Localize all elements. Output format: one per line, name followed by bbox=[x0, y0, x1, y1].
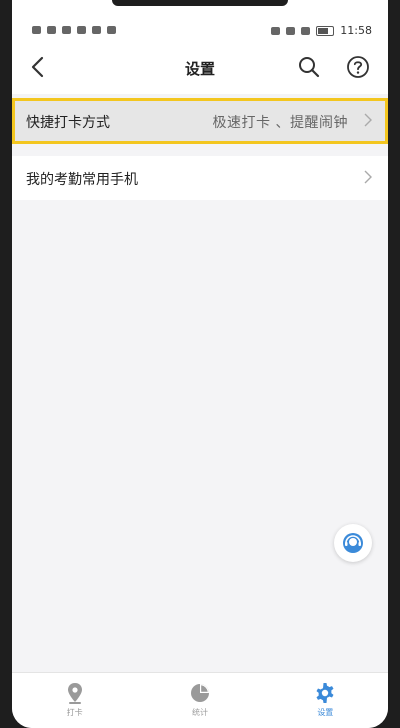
top-app-bar: 设置 bbox=[12, 42, 388, 94]
quick-checkin-method-row[interactable]: 快捷打卡方式 极速打卡 、提醒闹钟 bbox=[12, 98, 388, 144]
status-time: 11:58 bbox=[340, 24, 372, 37]
wifi-icon bbox=[47, 26, 56, 34]
battery-icon bbox=[316, 25, 335, 36]
top-notch bbox=[112, 0, 288, 6]
message-icon bbox=[77, 26, 86, 34]
tab-checkin[interactable]: 打卡 bbox=[12, 673, 137, 728]
alarm-icon bbox=[271, 26, 281, 35]
page-title: 设置 bbox=[184, 60, 215, 78]
status-right-icons: 11:58 bbox=[271, 24, 372, 37]
customer-service-icon bbox=[343, 533, 363, 553]
tab-checkin-label: 打卡 bbox=[66, 708, 83, 717]
phone-screen: 11:58 设置 快捷打卡方式 极速打卡 、提醒闹钟 我的考勤常用手机 打卡 统… bbox=[12, 0, 388, 728]
tab-settings[interactable]: 设置 bbox=[263, 673, 388, 728]
notification-icon bbox=[107, 26, 116, 34]
sim-icon bbox=[62, 26, 71, 34]
quick-checkin-label: 快捷打卡方式 bbox=[26, 115, 110, 131]
help-icon[interactable] bbox=[345, 54, 371, 80]
attendance-phone-label: 我的考勤常用手机 bbox=[26, 172, 138, 188]
attendance-phone-row[interactable]: 我的考勤常用手机 bbox=[12, 156, 388, 200]
tab-statistics-label: 统计 bbox=[191, 708, 208, 717]
quick-checkin-value: 极速打卡 、提醒闹钟 bbox=[212, 115, 348, 131]
signal-icon bbox=[32, 26, 41, 34]
search-icon[interactable] bbox=[296, 54, 322, 80]
gear-icon bbox=[316, 683, 334, 703]
chevron-right-icon bbox=[364, 170, 372, 184]
tab-settings-label: 设置 bbox=[317, 708, 334, 717]
bottom-tab-bar: 打卡 统计 设置 bbox=[12, 672, 388, 728]
bluetooth-icon bbox=[286, 26, 296, 35]
pie-chart-icon bbox=[190, 684, 209, 702]
mute-icon bbox=[301, 26, 311, 35]
chevron-right-icon bbox=[364, 113, 372, 127]
tab-statistics[interactable]: 统计 bbox=[137, 673, 262, 728]
chat-icon bbox=[92, 26, 101, 34]
customer-service-button[interactable] bbox=[334, 524, 372, 562]
location-pin-icon bbox=[67, 683, 82, 704]
status-bar: 11:58 bbox=[12, 0, 388, 42]
status-left-icons bbox=[32, 26, 116, 34]
